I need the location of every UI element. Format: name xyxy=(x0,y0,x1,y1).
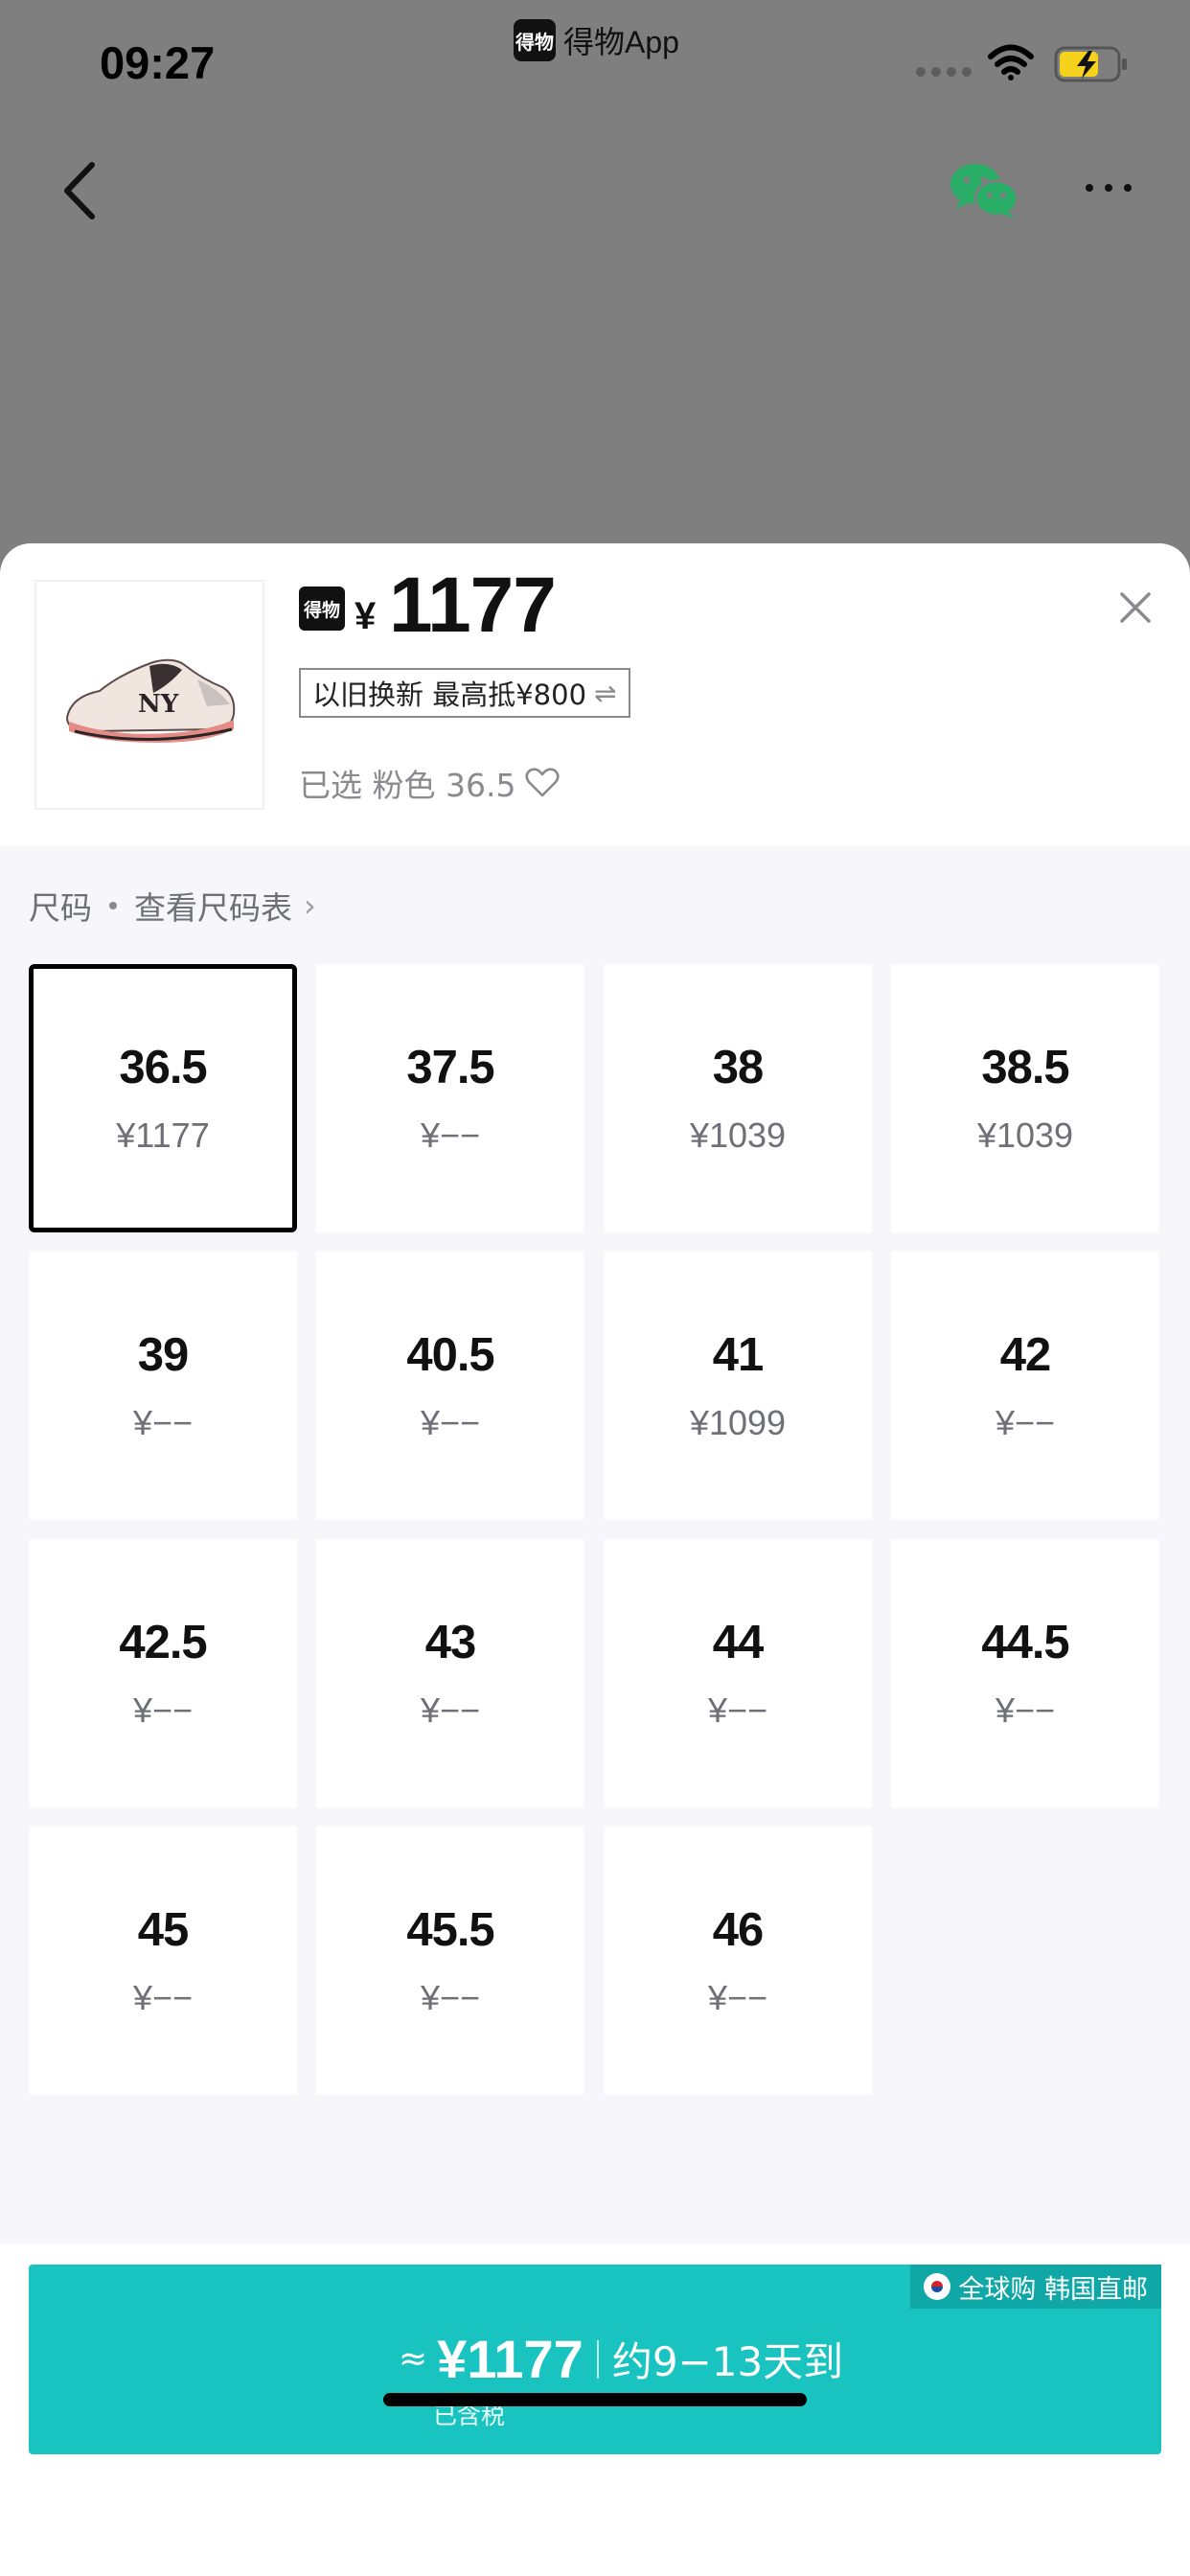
more-options-icon[interactable] xyxy=(1086,184,1132,192)
size-option-42[interactable]: 42 ¥−− xyxy=(891,1252,1159,1520)
size-header: 尺码 查看尺码表 › xyxy=(29,883,316,929)
global-shipping-text: 全球购 韩国直邮 xyxy=(958,2274,1148,2305)
size-option-42-5[interactable]: 42.5 ¥−− xyxy=(29,1539,297,1807)
size-price: ¥−− xyxy=(132,1403,194,1442)
size-label: 45.5 xyxy=(406,1904,494,1956)
price-currency: ¥ xyxy=(355,595,377,637)
size-option-38-5[interactable]: 38.5 ¥1039 xyxy=(891,964,1159,1232)
size-price: ¥1177 xyxy=(116,1116,210,1155)
approx-symbol: ≈ xyxy=(399,2339,428,2379)
delivery-eta: 约9−13天到 xyxy=(611,2338,844,2385)
sneaker-image: NY xyxy=(65,658,236,743)
size-price: ¥1099 xyxy=(689,1403,787,1442)
heart-icon[interactable] xyxy=(525,768,561,798)
size-label: 42 xyxy=(999,1329,1052,1381)
size-price: ¥−− xyxy=(995,1690,1056,1730)
size-option-45-5[interactable]: 45.5 ¥−− xyxy=(316,1827,584,2095)
size-option-44-5[interactable]: 44.5 ¥−− xyxy=(891,1539,1159,1807)
size-option-45[interactable]: 45 ¥−− xyxy=(29,1827,297,2095)
size-label: 46 xyxy=(712,1904,765,1956)
size-selection-sheet: NY 得物 ¥ 1177 以旧换新 最高抵¥800 ⇌ 已选 粉色 36.5 尺… xyxy=(0,543,1190,2576)
home-indicator xyxy=(383,2393,807,2406)
divider xyxy=(596,2339,599,2379)
size-price: ¥−− xyxy=(420,1116,481,1155)
size-option-44[interactable]: 44 ¥−− xyxy=(604,1539,872,1807)
size-option-36-5[interactable]: 36.5 ¥1177 xyxy=(29,964,297,1232)
selected-variant: 已选 粉色 36.5 xyxy=(299,760,561,806)
size-option-46[interactable]: 46 ¥−− xyxy=(604,1827,872,2095)
size-price: ¥−− xyxy=(132,1978,194,2017)
size-label: 38 xyxy=(712,1042,765,1093)
size-label: 37.5 xyxy=(406,1042,494,1093)
buy-price: ¥1177 xyxy=(437,2329,584,2389)
korea-flag-icon xyxy=(924,2273,951,2300)
size-title: 尺码 xyxy=(29,889,92,927)
separator-dot xyxy=(109,902,117,909)
size-option-37-5[interactable]: 37.5 ¥−− xyxy=(316,964,584,1232)
product-image: NY xyxy=(34,580,264,810)
trade-in-tag[interactable]: 以旧换新 最高抵¥800 ⇌ xyxy=(299,668,630,718)
cellular-signal-icon xyxy=(916,67,972,77)
global-shipping-tag: 全球购 韩国直邮 xyxy=(910,2265,1161,2309)
app-name: 得物App xyxy=(563,25,679,59)
size-option-38[interactable]: 38 ¥1039 xyxy=(604,964,872,1232)
size-option-41[interactable]: 41 ¥1099 xyxy=(604,1252,872,1520)
size-chart-link[interactable]: 查看尺码表 xyxy=(134,883,292,929)
size-price: ¥−− xyxy=(707,1978,768,2017)
swap-icon: ⇌ xyxy=(594,677,617,709)
size-option-43[interactable]: 43 ¥−− xyxy=(316,1539,584,1807)
size-price: ¥1039 xyxy=(976,1116,1074,1155)
size-option-40-5[interactable]: 40.5 ¥−− xyxy=(316,1252,584,1520)
size-label: 36.5 xyxy=(119,1042,207,1093)
svg-text:NY: NY xyxy=(138,690,179,719)
back-icon[interactable] xyxy=(59,161,98,224)
size-label: 44 xyxy=(712,1617,765,1668)
size-label: 40.5 xyxy=(406,1329,494,1381)
size-label: 38.5 xyxy=(981,1042,1069,1093)
size-label: 42.5 xyxy=(119,1617,207,1668)
size-label: 41 xyxy=(712,1329,765,1381)
chevron-right-icon[interactable]: › xyxy=(304,887,316,924)
status-time: 09:27 xyxy=(100,37,216,88)
trade-in-text: 以旧换新 最高抵¥800 xyxy=(312,678,587,711)
battery-icon xyxy=(1054,46,1131,88)
size-grid: 36.5 ¥1177 37.5 ¥−− 38 ¥1039 38.5 ¥1039 39 ¥−− 40.… xyxy=(29,964,1159,2095)
selected-variant-text: 已选 粉色 36.5 xyxy=(299,767,516,804)
size-label: 44.5 xyxy=(981,1617,1069,1668)
buy-button-main: ≈ ¥1177 约9−13天到 xyxy=(399,2328,843,2390)
product-price: 1177 xyxy=(389,562,557,649)
size-grid-section: 尺码 查看尺码表 › 36.5 ¥1177 37.5 ¥−− 38 ¥1039 38.5 ¥1… xyxy=(0,846,1190,2243)
size-price: ¥1039 xyxy=(689,1116,787,1155)
size-label: 43 xyxy=(424,1617,477,1668)
background-page: 09:27 得物 得物App xyxy=(0,0,1190,556)
size-price: ¥−− xyxy=(132,1690,194,1730)
size-label: 45 xyxy=(137,1904,190,1956)
size-price: ¥−− xyxy=(995,1403,1056,1442)
buy-button[interactable]: 全球购 韩国直邮 ≈ ¥1177 约9−13天到 已含税 xyxy=(29,2265,1161,2454)
size-price: ¥−− xyxy=(420,1690,481,1730)
brand-logo: 得物 xyxy=(299,586,345,631)
size-price: ¥−− xyxy=(707,1690,768,1730)
size-label: 39 xyxy=(137,1329,190,1381)
size-price: ¥−− xyxy=(420,1978,481,2017)
wechat-share-icon[interactable] xyxy=(949,161,1021,224)
size-option-39[interactable]: 39 ¥−− xyxy=(29,1252,297,1520)
app-indicator[interactable]: 得物 得物App xyxy=(514,19,679,61)
size-price: ¥−− xyxy=(420,1403,481,1442)
app-logo: 得物 xyxy=(514,19,556,61)
wifi-icon xyxy=(987,44,1035,84)
close-icon[interactable] xyxy=(1119,591,1152,628)
